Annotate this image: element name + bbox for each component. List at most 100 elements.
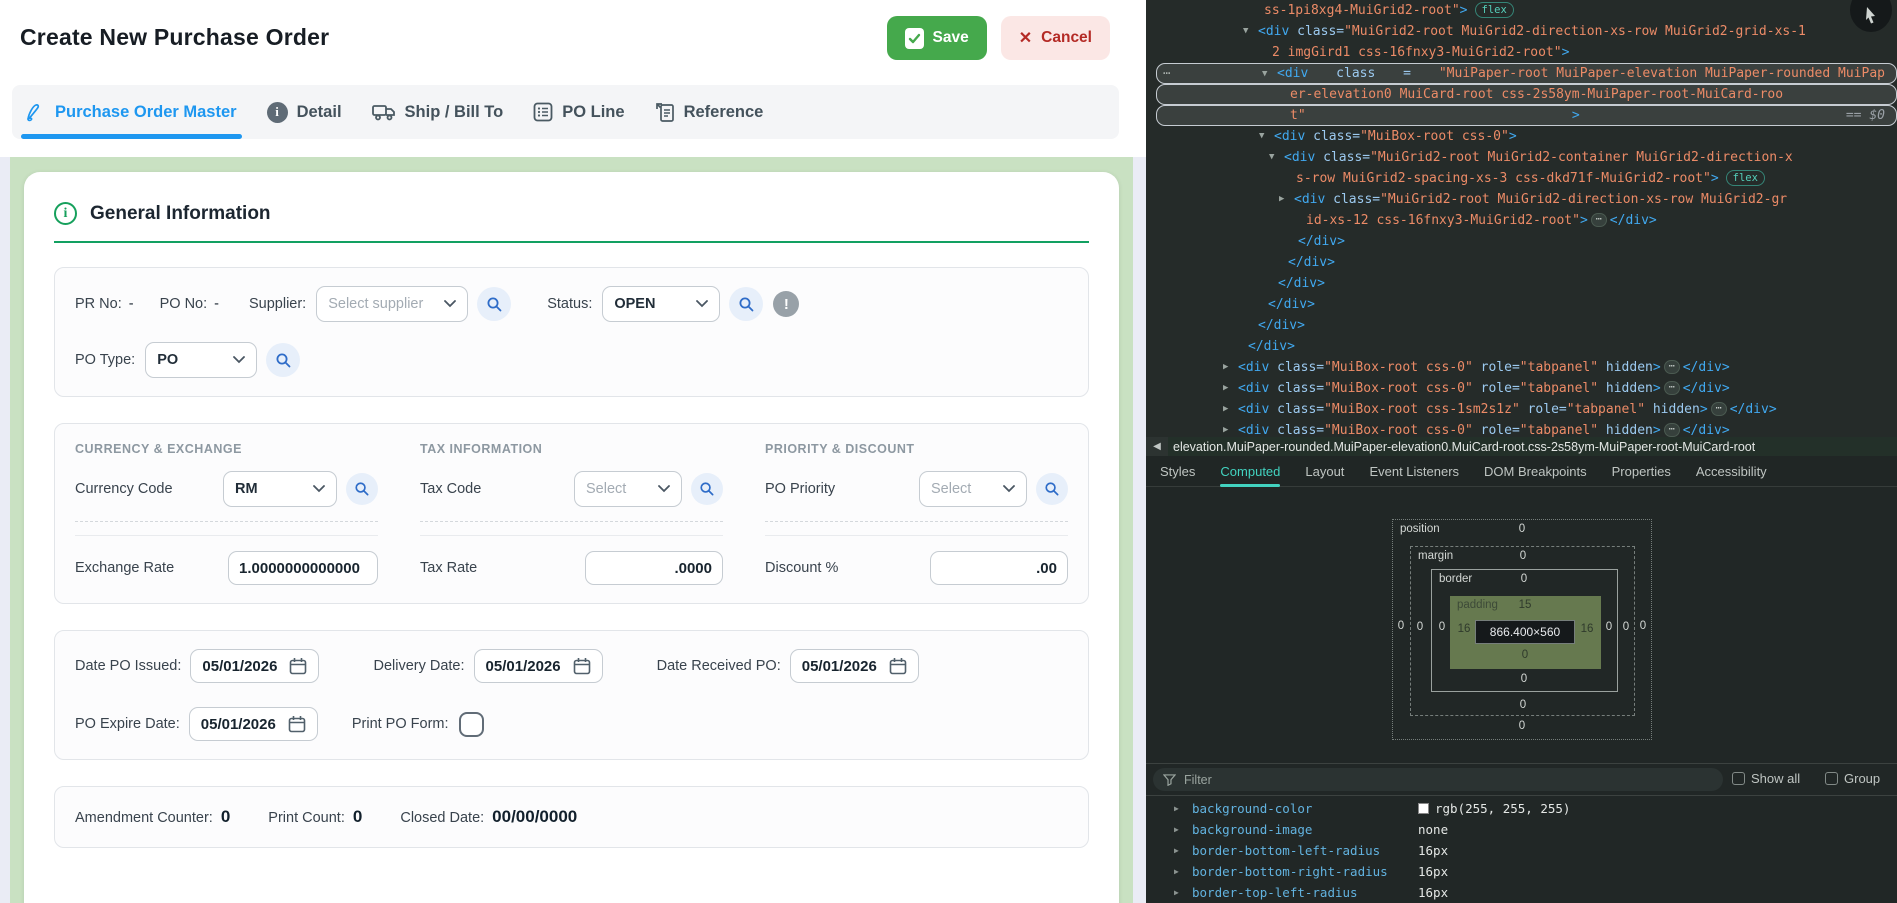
box-model-position[interactable]: position 0 0 0 0 margin 0 0 0 0 border 0… [1392, 519, 1652, 740]
divider [75, 535, 378, 536]
expand-children-button[interactable]: ⋯ [1664, 381, 1680, 395]
dom-tree-line[interactable]: s-row MuiGrid2-spacing-xs-3 css-dkd71f-M… [1146, 168, 1897, 189]
devtools-tab-properties[interactable]: Properties [1612, 456, 1671, 487]
po-line-icon [533, 102, 553, 122]
margin-label: margin [1418, 550, 1453, 562]
date-received-po-input[interactable]: 05/01/2026 [790, 649, 919, 683]
box-model-padding[interactable]: padding 15 0 16 16 866.400×560 [1450, 596, 1601, 669]
expand-children-button[interactable]: ⋯ [1664, 423, 1680, 437]
expand-arrow-icon[interactable]: ▶ [1174, 798, 1179, 819]
dom-tree-line[interactable]: ⋯▼<div class="MuiPaper-root MuiPaper-ele… [1156, 63, 1897, 84]
dom-tree-line[interactable]: </div> [1146, 252, 1897, 273]
collapse-arrow-icon[interactable]: ▼ [1259, 126, 1264, 147]
print-po-form-checkbox[interactable] [459, 712, 484, 737]
dom-tree-line[interactable]: ss-1pi8xg4-MuiGrid2-root">flex [1146, 0, 1897, 21]
dom-tree-line[interactable]: </div> [1146, 336, 1897, 357]
dom-tree-line[interactable]: </div> [1146, 231, 1897, 252]
expand-children-button[interactable]: ⋯ [1711, 402, 1727, 416]
currency-search-button[interactable] [346, 473, 378, 505]
box-model-content[interactable]: 866.400×560 [1475, 620, 1575, 644]
devtools-tab-event-listeners[interactable]: Event Listeners [1369, 456, 1459, 487]
collapse-arrow-icon[interactable]: ▼ [1243, 21, 1248, 42]
expand-arrow-icon[interactable]: ▶ [1174, 819, 1179, 840]
more-actions-icon[interactable]: ⋯ [1163, 63, 1171, 84]
dom-tree-line[interactable]: ▼<div class="MuiBox-root css-0"> [1146, 126, 1897, 147]
dom-tree-line[interactable]: t"> == $0 [1156, 105, 1897, 126]
po-type-select[interactable]: PO [145, 342, 257, 378]
tab-detail[interactable]: iDetail [267, 102, 342, 123]
tab-ship-bill-to[interactable]: Ship / Bill To [372, 102, 504, 122]
divider [420, 535, 723, 536]
dom-tree-line[interactable]: ▼<div class="MuiGrid2-root MuiGrid2-cont… [1146, 147, 1897, 168]
collapse-arrow-icon[interactable]: ▼ [1269, 147, 1274, 168]
devtools-tab-computed[interactable]: Computed [1220, 456, 1280, 487]
collapse-arrow-icon[interactable]: ▼ [1262, 64, 1267, 85]
devtools-panel: ss-1pi8xg4-MuiGrid2-root">flex▼<div clas… [1146, 0, 1897, 903]
expand-children-button[interactable]: ⋯ [1664, 360, 1680, 374]
breadcrumb-text[interactable]: elevation.MuiPaper-rounded.MuiPaper-elev… [1173, 440, 1755, 454]
tax-code-select[interactable]: Select [574, 471, 682, 507]
show-all-control: Show all [1732, 771, 1800, 786]
status-select[interactable]: OPEN [602, 286, 720, 322]
expand-arrow-icon[interactable]: ▶ [1279, 189, 1284, 210]
dom-tree-line[interactable]: ▶<div class="MuiBox-root css-1sm2s1z" ro… [1146, 399, 1897, 420]
expand-arrow-icon[interactable]: ▶ [1223, 420, 1228, 437]
box-model-margin[interactable]: margin 0 0 0 0 border 0 0 0 0 padding 15 [1410, 546, 1635, 716]
po-priority-select[interactable]: Select [919, 471, 1027, 507]
expand-arrow-icon[interactable]: ▶ [1223, 399, 1228, 420]
expand-arrow-icon[interactable]: ▶ [1174, 882, 1179, 903]
tab-po-line[interactable]: PO Line [533, 102, 624, 122]
po-expire-date-input[interactable]: 05/01/2026 [189, 707, 318, 741]
tax-code-label: Tax Code [420, 481, 481, 497]
discount-input[interactable]: .00 [930, 551, 1068, 585]
elements-tree: ss-1pi8xg4-MuiGrid2-root">flex▼<div clas… [1146, 0, 1897, 437]
dom-tree-line[interactable]: ▶<div class="MuiBox-root css-0" role="ta… [1146, 420, 1897, 437]
flex-badge[interactable]: flex [1475, 2, 1514, 18]
dom-tree-line[interactable]: </div> [1146, 294, 1897, 315]
active-tab-underline [21, 134, 242, 139]
tab-purchase-order-master[interactable]: Purchase Order Master [24, 101, 237, 123]
show-all-checkbox[interactable] [1732, 772, 1745, 785]
expand-arrow-icon[interactable]: ▶ [1223, 357, 1228, 378]
save-button[interactable]: Save [887, 16, 987, 60]
dom-tree-line[interactable]: ▶<div class="MuiBox-root css-0" role="ta… [1146, 378, 1897, 399]
box-model-border[interactable]: border 0 0 0 0 padding 15 0 16 16 866.40… [1431, 569, 1618, 692]
expand-arrow-icon[interactable]: ▶ [1174, 861, 1179, 882]
expand-arrow-icon[interactable]: ▶ [1223, 378, 1228, 399]
dom-tree-line[interactable]: ▼<div class="MuiGrid2-root MuiGrid2-dire… [1146, 21, 1897, 42]
calendar-icon [573, 657, 591, 675]
divider [765, 535, 1068, 536]
supplier-select[interactable]: Select supplier [316, 286, 468, 322]
po-type-search-button[interactable] [266, 343, 300, 377]
dom-tree-line[interactable]: </div> [1146, 273, 1897, 294]
priority-search-button[interactable] [1036, 473, 1068, 505]
tax-search-button[interactable] [691, 473, 723, 505]
devtools-tab-dom-breakpoints[interactable]: DOM Breakpoints [1484, 456, 1587, 487]
delivery-date-input[interactable]: 05/01/2026 [474, 649, 603, 683]
po-no-label: PO No: [160, 296, 208, 312]
tab-reference[interactable]: Reference [655, 101, 764, 123]
cancel-button[interactable]: ✕ Cancel [1001, 16, 1110, 60]
expand-arrow-icon[interactable]: ▶ [1174, 840, 1179, 861]
supplier-search-button[interactable] [477, 287, 511, 321]
tax-rate-input[interactable]: .0000 [585, 551, 723, 585]
dom-tree-line[interactable]: ▶<div class="MuiGrid2-root MuiGrid2-dire… [1146, 189, 1897, 210]
devtools-tab-styles[interactable]: Styles [1160, 456, 1195, 487]
expand-children-button[interactable]: ⋯ [1591, 213, 1607, 227]
group-checkbox[interactable] [1825, 772, 1838, 785]
dom-tree-line[interactable]: ▶<div class="MuiBox-root css-0" role="ta… [1146, 357, 1897, 378]
dom-tree-line[interactable]: </div> [1146, 315, 1897, 336]
dom-tree-line[interactable]: er-elevation0 MuiCard-root css-2s58ym-Mu… [1156, 84, 1897, 105]
currency-code-select[interactable]: RM [223, 471, 337, 507]
devtools-tab-accessibility[interactable]: Accessibility [1696, 456, 1767, 487]
exchange-rate-input[interactable]: 1.0000000000000 [228, 551, 378, 585]
status-search-button[interactable] [729, 287, 763, 321]
devtools-tab-layout[interactable]: Layout [1305, 456, 1344, 487]
dom-tree-line[interactable]: 2 imgGird1 css-16fnxy3-MuiGrid2-root"> [1146, 42, 1897, 63]
dom-tree-line[interactable]: id-xs-12 css-16fnxy3-MuiGrid2-root">⋯</d… [1146, 210, 1897, 231]
date-po-issued-input[interactable]: 05/01/2026 [190, 649, 319, 683]
filter-input[interactable]: Filter [1153, 768, 1723, 791]
flex-badge[interactable]: flex [1726, 170, 1765, 186]
computed-property-row: ▶border-top-left-radius16px [1146, 882, 1897, 903]
breadcrumb-scroll-left-button[interactable]: ◀ [1146, 437, 1168, 456]
